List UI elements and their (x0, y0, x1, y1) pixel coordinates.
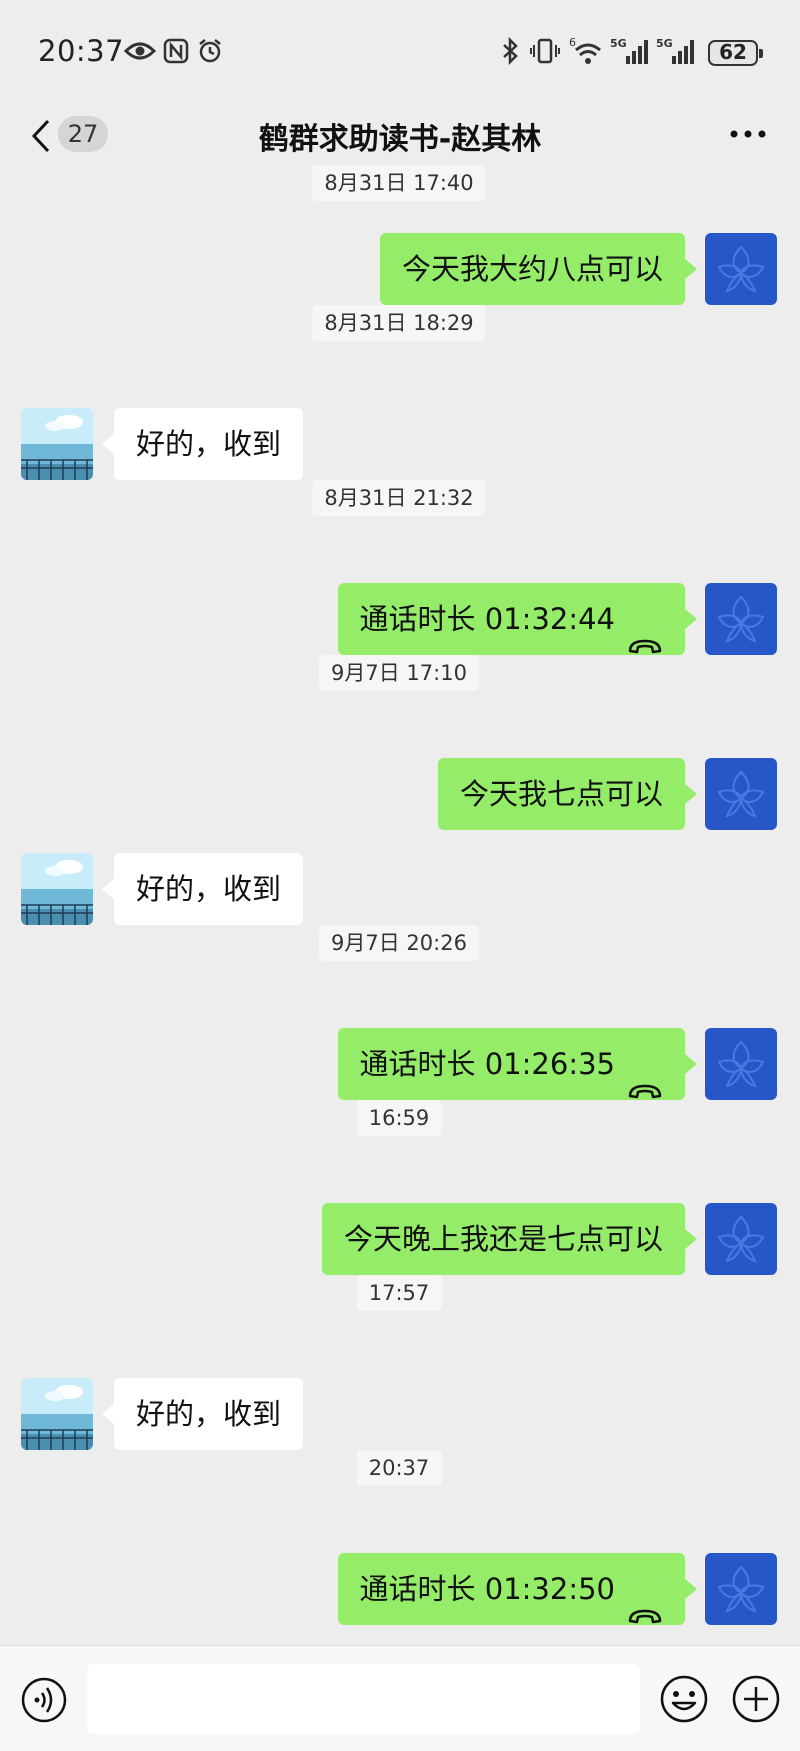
self-avatar[interactable] (705, 583, 777, 655)
call-record-bubble[interactable]: 通话时长 01:26:35 (337, 1028, 698, 1100)
message-bubble-other[interactable]: 好的，收到 (101, 853, 304, 925)
self-avatar[interactable] (705, 233, 777, 305)
timestamp: 17:57 (356, 1275, 442, 1311)
signal-icon: 5G (610, 36, 652, 66)
net-label-2: 5G (656, 37, 673, 50)
message-bubble-self[interactable]: 今天我七点可以 (437, 758, 698, 830)
net-label-1: 5G (610, 37, 627, 50)
message-list[interactable]: 8月31日 17:40 今天我大约八点可以 8月31日 18:29 好的，收到 … (0, 165, 800, 1645)
wifi-icon: 6 (568, 36, 604, 66)
call-record-bubble[interactable]: 通话时长 01:32:50 (337, 1553, 698, 1625)
call-duration-text: 通话时长 01:32:50 (359, 1572, 615, 1606)
call-record-bubble[interactable]: 通话时长 01:32:44 (337, 583, 698, 655)
self-avatar[interactable] (705, 1028, 777, 1100)
timestamp: 8月31日 21:32 (312, 480, 486, 516)
chat-title: 鹤群求助读书-赵其林 (258, 122, 542, 157)
bluetooth-icon (500, 36, 520, 66)
self-avatar[interactable] (705, 1203, 777, 1275)
call-duration-text: 通话时长 01:26:35 (359, 1047, 615, 1081)
contact-avatar[interactable] (21, 1378, 93, 1450)
message-text: 今天我大约八点可以 (401, 252, 663, 286)
signal-icon-2: 5G (656, 36, 700, 66)
timestamp: 16:59 (356, 1100, 442, 1136)
message-text: 好的，收到 (136, 427, 282, 461)
phone-hangup-icon (627, 611, 663, 654)
timestamp: 8月31日 17:40 (312, 165, 486, 201)
message-bubble-other[interactable]: 好的，收到 (101, 1378, 304, 1450)
status-time: 20:37 (38, 34, 125, 68)
alarm-icon (196, 36, 224, 66)
message-text: 好的，收到 (136, 872, 282, 906)
message-text: 好的，收到 (136, 1397, 282, 1431)
input-bar (0, 1645, 800, 1751)
timestamp: 20:37 (356, 1450, 442, 1486)
voice-icon[interactable] (20, 1676, 68, 1724)
message-input[interactable] (87, 1664, 640, 1734)
message-text: 今天晚上我还是七点可以 (343, 1222, 663, 1256)
timestamp: 9月7日 17:10 (319, 655, 479, 691)
phone-hangup-icon (627, 1581, 663, 1624)
message-text: 今天我七点可以 (459, 777, 663, 811)
nfc-icon (162, 36, 190, 66)
timestamp: 8月31日 18:29 (312, 305, 486, 341)
emoji-icon[interactable] (659, 1674, 709, 1724)
status-bar: 20:37 6 5G 5G 62 (0, 0, 800, 100)
vibrate-icon (530, 36, 560, 66)
message-bubble-self[interactable]: 今天我大约八点可以 (379, 233, 698, 305)
self-avatar[interactable] (705, 1553, 777, 1625)
eye-icon (124, 36, 156, 66)
message-bubble-self[interactable]: 今天晚上我还是七点可以 (321, 1203, 698, 1275)
call-duration-text: 通话时长 01:32:44 (359, 602, 615, 636)
contact-avatar[interactable] (21, 853, 93, 925)
more-dots-icon[interactable] (730, 126, 766, 142)
self-avatar[interactable] (705, 758, 777, 830)
timestamp: 9月7日 20:26 (319, 925, 479, 961)
phone-hangup-icon (627, 1056, 663, 1099)
message-bubble-other[interactable]: 好的，收到 (101, 408, 304, 480)
wifi-label: 6 (569, 36, 576, 49)
contact-avatar[interactable] (21, 408, 93, 480)
plus-icon[interactable] (731, 1674, 781, 1724)
battery-indicator: 62 (708, 40, 763, 66)
